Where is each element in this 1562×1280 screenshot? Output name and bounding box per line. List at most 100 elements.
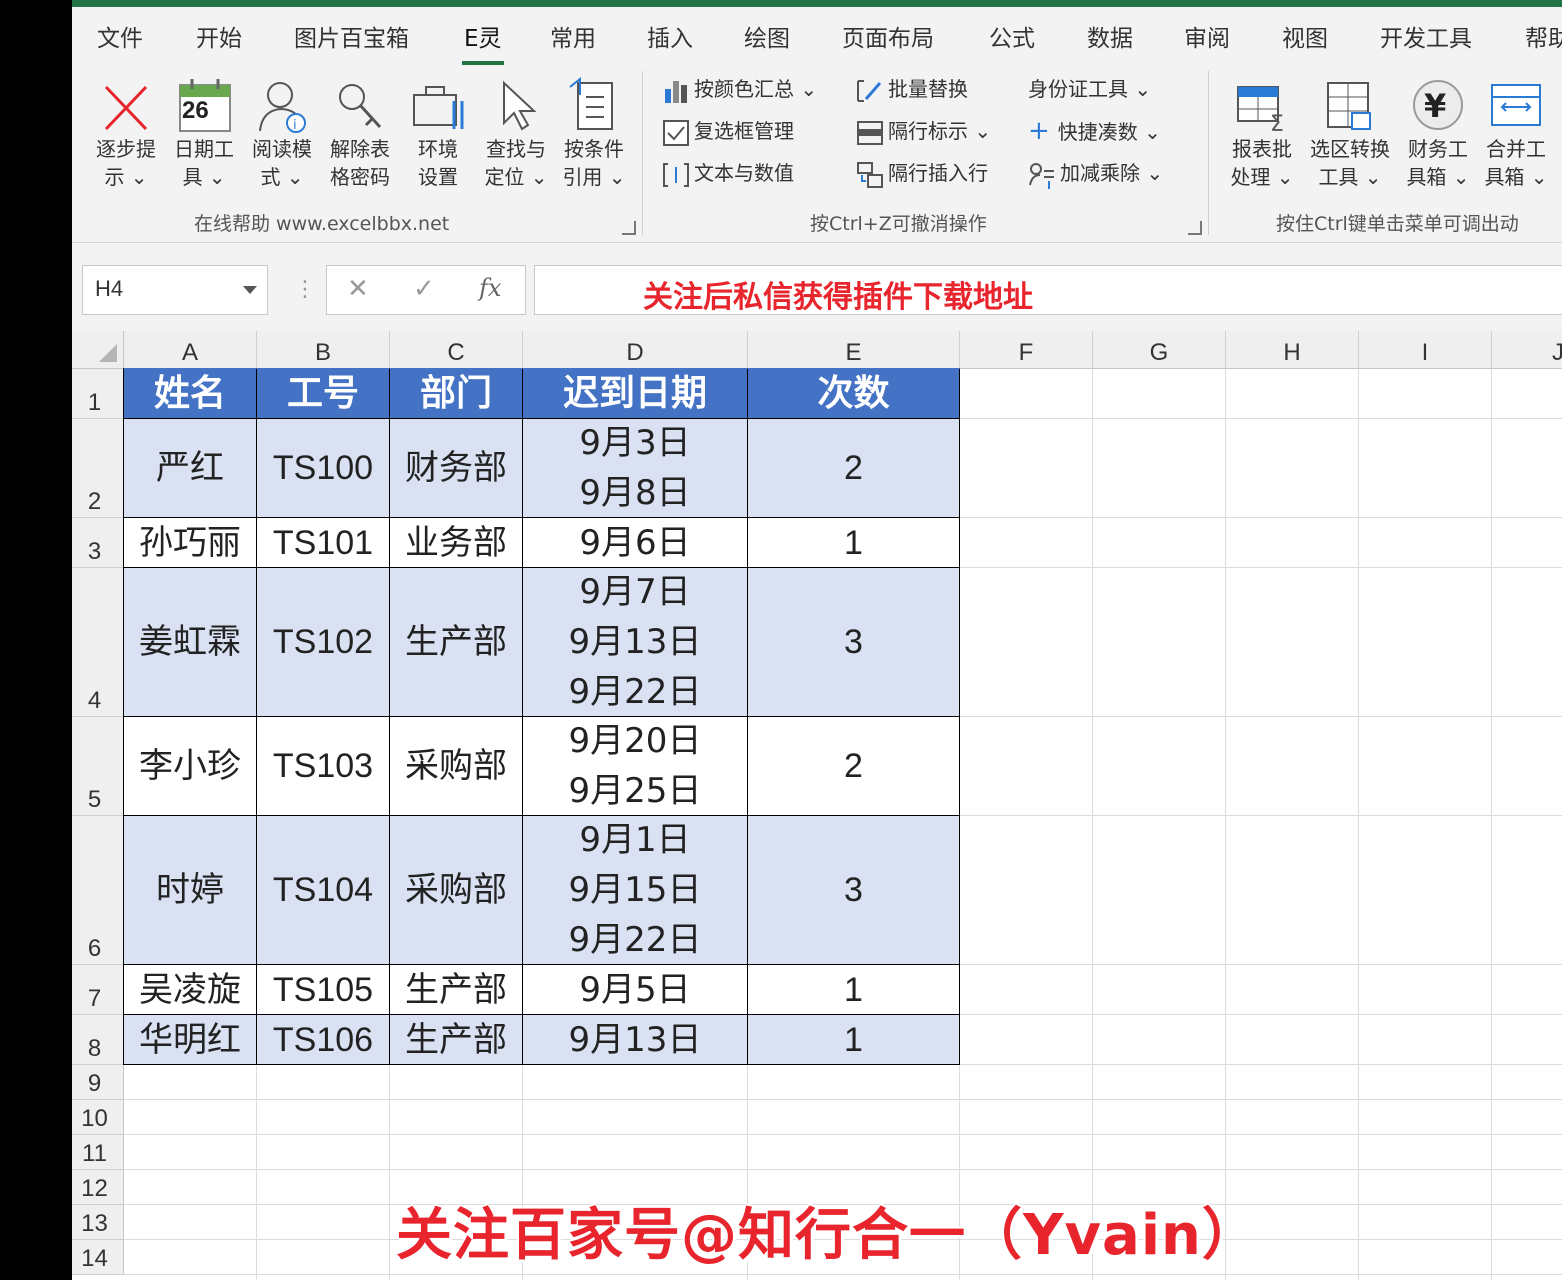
table-cell-id[interactable]: TS106 bbox=[257, 1015, 390, 1065]
tab-picture-toolbox[interactable]: 图片百宝箱 bbox=[294, 19, 409, 53]
checkbox-manager-button[interactable]: 复选框管理 bbox=[662, 115, 794, 147]
enter-icon[interactable]: ✓ bbox=[413, 274, 435, 304]
table-cell-late-dates[interactable]: 9月13日 bbox=[523, 1015, 748, 1065]
id-card-tools-button[interactable]: 身份证工具 ⌄ bbox=[1028, 73, 1151, 105]
table-cell-late-dates[interactable]: 9月7日 9月13日 9月22日 bbox=[523, 568, 748, 717]
row-header-9[interactable]: 9 bbox=[72, 1065, 124, 1100]
sum-by-color-button[interactable]: 按颜色汇总 ⌄ bbox=[662, 73, 817, 105]
quick-sum-target-button[interactable]: + 快捷凑数 ⌄ bbox=[1028, 115, 1161, 147]
row-header-10[interactable]: 10 bbox=[72, 1100, 124, 1135]
table-cell-late-dates[interactable]: 9月3日 9月8日 bbox=[523, 419, 748, 518]
row-header-2[interactable]: 2 bbox=[72, 419, 124, 518]
row-header-8[interactable]: 8 bbox=[72, 1015, 124, 1065]
dialog-launcher-icon[interactable] bbox=[622, 221, 636, 235]
table-cell-dept[interactable]: 生产部 bbox=[390, 1015, 523, 1065]
column-header-e[interactable]: E bbox=[748, 331, 960, 369]
table-cell-dept[interactable]: 采购部 bbox=[390, 816, 523, 965]
table-cell-late-dates[interactable]: 9月5日 bbox=[523, 965, 748, 1015]
table-cell-id[interactable]: TS101 bbox=[257, 518, 390, 568]
table-cell-count[interactable]: 3 bbox=[748, 816, 960, 965]
table-cell-count[interactable]: 2 bbox=[748, 419, 960, 518]
column-header-c[interactable]: C bbox=[390, 331, 523, 369]
table-cell-name[interactable]: 严红 bbox=[124, 419, 257, 518]
tab-developer[interactable]: 开发工具 bbox=[1380, 19, 1472, 53]
column-header-h[interactable]: H bbox=[1226, 331, 1359, 369]
column-header-f[interactable]: F bbox=[960, 331, 1093, 369]
row-header-1[interactable]: 1 bbox=[72, 369, 124, 419]
tab-help[interactable]: 帮助 bbox=[1525, 19, 1562, 53]
table-cell-late-dates[interactable]: 9月1日 9月15日 9月22日 bbox=[523, 816, 748, 965]
tab-page-layout[interactable]: 页面布局 bbox=[842, 19, 934, 53]
tab-draw[interactable]: 绘图 bbox=[744, 19, 790, 53]
text-number-button[interactable]: 文本与数值 bbox=[662, 157, 794, 189]
tab-eling[interactable]: E灵 bbox=[464, 19, 502, 53]
table-cell-dept[interactable]: 采购部 bbox=[390, 717, 523, 816]
row-header-5[interactable]: 5 bbox=[72, 717, 124, 816]
table-cell-name[interactable]: 时婷 bbox=[124, 816, 257, 965]
row-header-7[interactable]: 7 bbox=[72, 965, 124, 1015]
row-header-13[interactable]: 13 bbox=[72, 1205, 124, 1240]
table-cell-count[interactable]: 3 bbox=[748, 568, 960, 717]
insert-alternate-rows-button[interactable]: 隔行插入行 bbox=[856, 157, 988, 189]
table-cell-id[interactable]: TS105 bbox=[257, 965, 390, 1015]
row-header-11[interactable]: 11 bbox=[72, 1135, 124, 1170]
table-cell-count[interactable]: 1 bbox=[748, 518, 960, 568]
tab-view[interactable]: 视图 bbox=[1282, 19, 1328, 53]
tab-insert[interactable]: 插入 bbox=[647, 19, 693, 53]
insert-function-icon[interactable]: fx bbox=[479, 274, 501, 302]
table-cell-id[interactable]: TS103 bbox=[257, 717, 390, 816]
row-header-4[interactable]: 4 bbox=[72, 568, 124, 717]
chevron-down-icon[interactable] bbox=[243, 286, 257, 294]
cancel-icon[interactable]: ✕ bbox=[347, 274, 369, 304]
table-cell-dept[interactable]: 生产部 bbox=[390, 568, 523, 717]
row-header-14[interactable]: 14 bbox=[72, 1240, 124, 1275]
tab-file[interactable]: 文件 bbox=[97, 19, 143, 53]
table-header-dept[interactable]: 部门 bbox=[390, 369, 523, 419]
table-cell-dept[interactable]: 生产部 bbox=[390, 965, 523, 1015]
column-header-i[interactable]: I bbox=[1359, 331, 1492, 369]
table-cell-name[interactable]: 李小珍 bbox=[124, 717, 257, 816]
table-cell-id[interactable]: TS100 bbox=[257, 419, 390, 518]
tab-common[interactable]: 常用 bbox=[550, 19, 596, 53]
table-header-late-dates[interactable]: 迟到日期 bbox=[523, 369, 748, 419]
table-cell-count[interactable]: 1 bbox=[748, 1015, 960, 1065]
table-header-name[interactable]: 姓名 bbox=[124, 369, 257, 419]
yen-coin-icon: ¥ bbox=[1413, 80, 1463, 130]
table-cell-name[interactable]: 姜虹霖 bbox=[124, 568, 257, 717]
table-sigma-icon: Σ bbox=[1237, 86, 1284, 133]
column-header-b[interactable]: B bbox=[257, 331, 390, 369]
table-cell-count[interactable]: 2 bbox=[748, 717, 960, 816]
row-header-12[interactable]: 12 bbox=[72, 1170, 124, 1205]
table-cell-count[interactable]: 1 bbox=[748, 965, 960, 1015]
formula-input[interactable]: 关注后私信获得插件下载地址 bbox=[534, 265, 1562, 315]
table-cell-id[interactable]: TS102 bbox=[257, 568, 390, 717]
column-header-g[interactable]: G bbox=[1093, 331, 1226, 369]
dialog-launcher-icon[interactable] bbox=[1188, 221, 1202, 235]
column-header-a[interactable]: A bbox=[124, 331, 257, 369]
row-number: 11 bbox=[82, 1140, 107, 1167]
table-cell-dept[interactable]: 业务部 bbox=[390, 518, 523, 568]
column-header-j[interactable]: J bbox=[1492, 331, 1562, 369]
row-header-6[interactable]: 6 bbox=[72, 816, 124, 965]
table-header-id[interactable]: 工号 bbox=[257, 369, 390, 419]
alternate-row-mark-button[interactable]: 隔行标示 ⌄ bbox=[856, 115, 991, 147]
table-cell-name[interactable]: 华明红 bbox=[124, 1015, 257, 1065]
table-cell-dept[interactable]: 财务部 bbox=[390, 419, 523, 518]
column-header-d[interactable]: D bbox=[523, 331, 748, 369]
batch-replace-button[interactable]: 批量替换 bbox=[856, 73, 968, 105]
table-cell-late-dates[interactable]: 9月20日 9月25日 bbox=[523, 717, 748, 816]
tab-formulas[interactable]: 公式 bbox=[989, 19, 1035, 53]
tab-review[interactable]: 审阅 bbox=[1184, 19, 1230, 53]
arithmetic-button[interactable]: 加减乘除 ⌄ bbox=[1028, 157, 1163, 189]
name-box[interactable]: H4 bbox=[82, 265, 268, 315]
tab-data[interactable]: 数据 bbox=[1087, 19, 1133, 53]
row-header-3[interactable]: 3 bbox=[72, 518, 124, 568]
select-all-corner[interactable] bbox=[72, 331, 124, 369]
more-dots-icon[interactable]: ⋮ bbox=[294, 277, 316, 302]
tab-home[interactable]: 开始 bbox=[196, 19, 242, 53]
table-cell-name[interactable]: 孙巧丽 bbox=[124, 518, 257, 568]
table-cell-id[interactable]: TS104 bbox=[257, 816, 390, 965]
table-cell-name[interactable]: 吴凌旋 bbox=[124, 965, 257, 1015]
table-header-count[interactable]: 次数 bbox=[748, 369, 960, 419]
table-cell-late-dates[interactable]: 9月6日 bbox=[523, 518, 748, 568]
